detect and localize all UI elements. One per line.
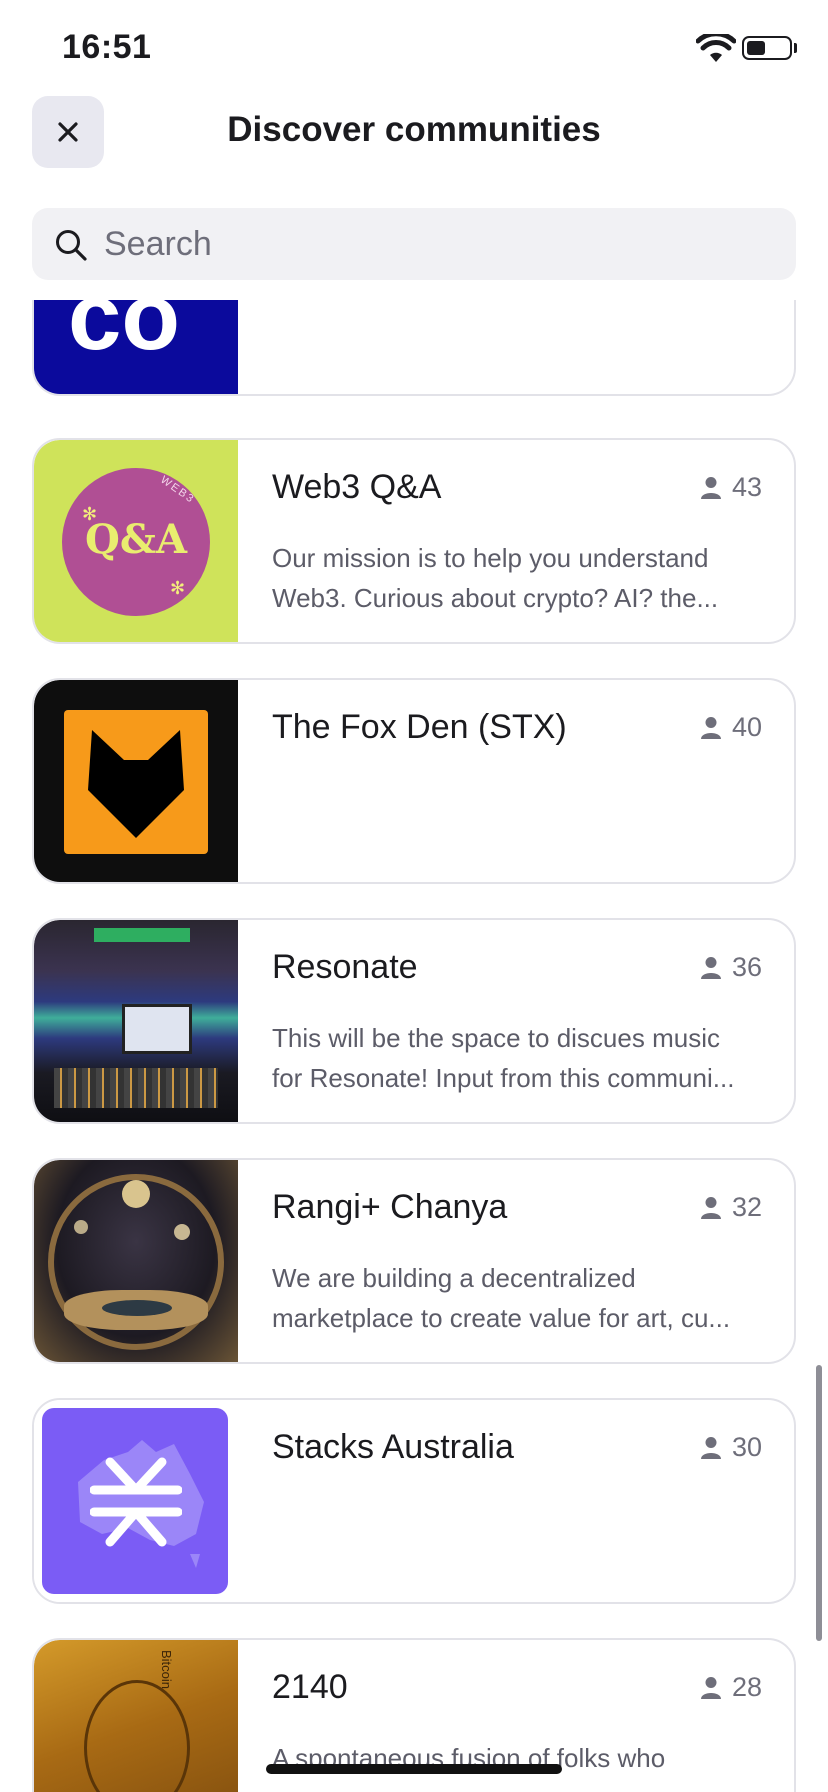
member-count-value: 40 <box>731 712 762 742</box>
member-count-value: 32 <box>731 1192 762 1222</box>
person-icon <box>700 956 721 979</box>
member-count: 43 <box>700 472 762 503</box>
person-icon <box>700 716 721 739</box>
page-title: Discover communities <box>227 110 601 149</box>
community-card[interactable]: The Fox Den (STX) 40 <box>32 678 796 884</box>
community-thumbnail: co <box>34 300 238 394</box>
stacks-logo-icon <box>90 1457 182 1547</box>
person-icon <box>700 1676 721 1699</box>
person-icon <box>700 1436 721 1459</box>
person-icon <box>700 476 721 499</box>
community-list[interactable]: co Q&A WEB3 ✻ ✻ Web3 Q&A 43 Our mission … <box>0 300 828 1792</box>
community-thumbnail: Bitcoin <box>34 1640 238 1792</box>
community-name: The Fox Den (STX) <box>272 708 567 746</box>
battery-icon <box>742 36 792 60</box>
home-indicator[interactable] <box>266 1764 562 1774</box>
community-description: This will be the space to discues music … <box>272 1023 735 1093</box>
community-name: Stacks Australia <box>272 1428 514 1466</box>
search-bar[interactable] <box>32 208 796 280</box>
community-description: Our mission is to help you understand We… <box>272 543 719 613</box>
wifi-icon <box>696 34 736 62</box>
member-count-value: 36 <box>731 952 762 982</box>
fox-icon <box>88 730 184 838</box>
thumb-logo-text: co <box>68 300 181 370</box>
battery-cap <box>794 43 797 53</box>
community-name: Rangi+ Chanya <box>272 1188 508 1226</box>
person-icon <box>700 1196 721 1219</box>
community-card[interactable]: Q&A WEB3 ✻ ✻ Web3 Q&A 43 Our mission is … <box>32 438 796 644</box>
community-thumbnail <box>34 680 238 882</box>
thumb-logo-text: Q&A <box>85 516 187 563</box>
search-input[interactable] <box>104 208 764 280</box>
community-name: 2140 <box>272 1668 348 1706</box>
community-name: Resonate <box>272 948 418 986</box>
community-name: Web3 Q&A <box>272 468 442 506</box>
member-count: 32 <box>700 1192 762 1223</box>
community-thumbnail: Q&A WEB3 ✻ ✻ <box>34 440 238 642</box>
community-thumbnail <box>34 1400 238 1602</box>
community-card[interactable]: co <box>32 300 796 396</box>
community-card[interactable]: Rangi+ Chanya 32 We are building a decen… <box>32 1158 796 1364</box>
community-thumbnail <box>34 1160 238 1362</box>
community-card[interactable]: Stacks Australia 30 <box>32 1398 796 1604</box>
member-count-value: 43 <box>731 472 762 502</box>
member-count: 28 <box>700 1672 762 1703</box>
status-bar: 16:51 <box>0 0 828 96</box>
member-count: 36 <box>700 952 762 983</box>
community-thumbnail <box>34 920 238 1122</box>
community-description: We are building a decentralized marketpl… <box>272 1263 731 1333</box>
search-icon <box>56 230 87 261</box>
status-time: 16:51 <box>62 28 152 66</box>
scrollbar[interactable] <box>816 1365 822 1641</box>
community-card[interactable]: Resonate 36 This will be the space to di… <box>32 918 796 1124</box>
member-count-value: 30 <box>731 1432 762 1462</box>
member-count-value: 28 <box>731 1672 762 1702</box>
thumb-logo-text: Bitcoin <box>159 1650 174 1690</box>
member-count: 40 <box>700 712 762 743</box>
member-count: 30 <box>700 1432 762 1463</box>
